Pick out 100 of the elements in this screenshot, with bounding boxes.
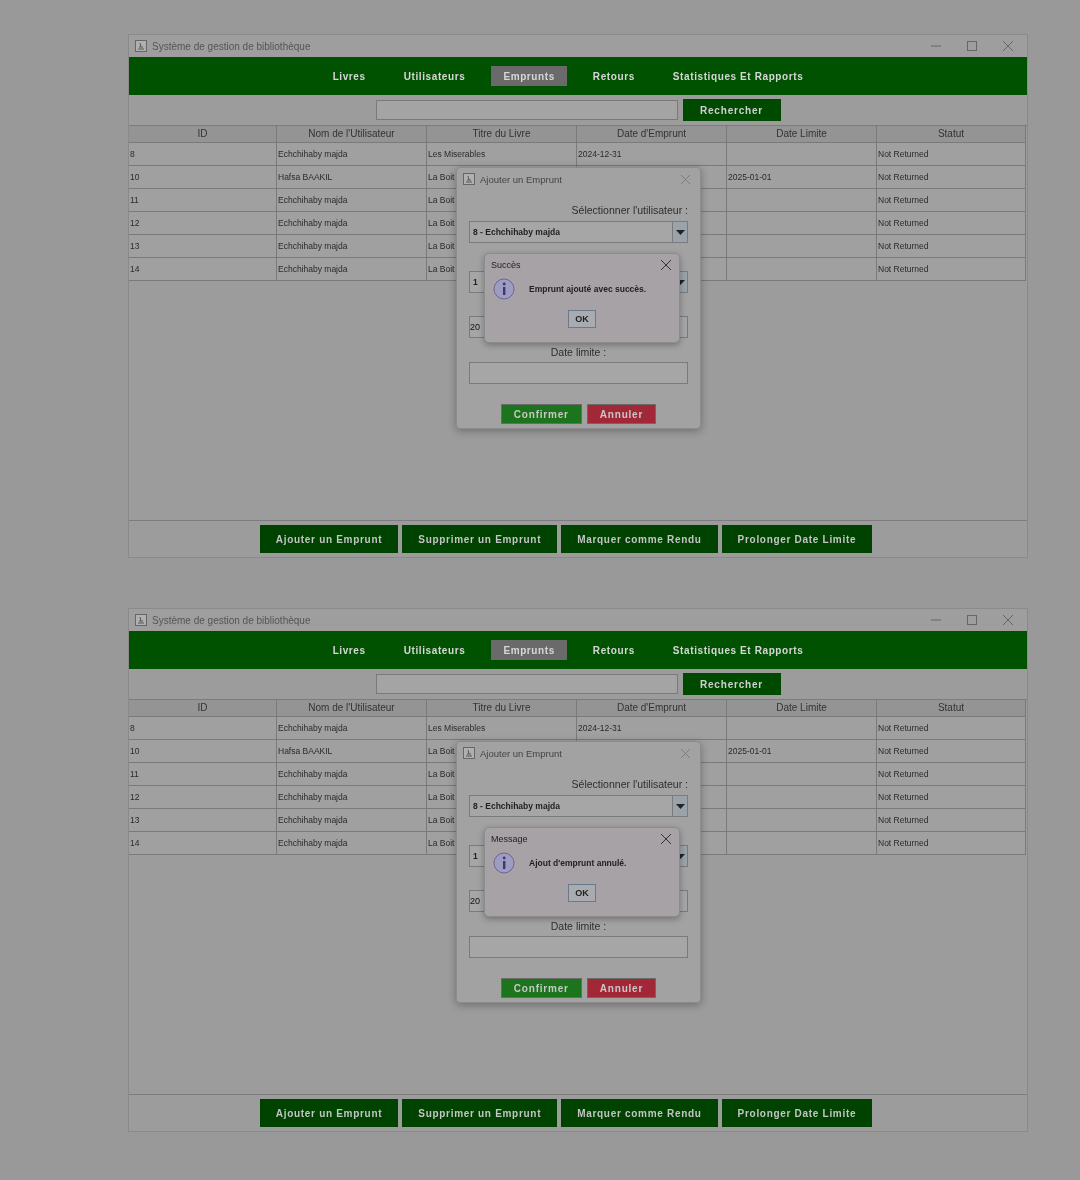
action-button[interactable]: Ajouter un Emprunt — [259, 1099, 399, 1127]
dialog-title: Message — [491, 834, 528, 844]
table-cell: Echchihaby majda — [277, 143, 427, 166]
table-cell: Not Returned — [877, 258, 1026, 281]
table-cell: 13 — [129, 235, 277, 258]
nav-tab[interactable]: Retours — [580, 66, 647, 86]
table-cell: Not Returned — [877, 786, 1026, 809]
nav-tab[interactable]: Emprunts — [491, 66, 567, 86]
nav-tab[interactable]: Statistiques Et Rapports — [660, 640, 816, 660]
nav-tab[interactable]: Utilisateurs — [391, 640, 478, 660]
table-cell: Not Returned — [877, 166, 1026, 189]
window-title: Système de gestion de bibliothèque — [152, 614, 312, 626]
dialog-title: Ajouter un Emprunt — [480, 747, 563, 759]
window-title: Système de gestion de bibliothèque — [152, 40, 312, 52]
action-button[interactable]: Supprimer un Emprunt — [402, 525, 558, 553]
action-button[interactable]: Marquer comme Rendu — [561, 525, 718, 553]
table-cell: Not Returned — [877, 717, 1026, 740]
info-icon — [493, 278, 515, 300]
table-cell: Not Returned — [877, 143, 1026, 166]
column-header: Statut — [877, 126, 1026, 143]
table-cell: 14 — [129, 832, 277, 855]
search-button[interactable]: Rechercher — [682, 673, 781, 695]
table-cell: Hafsa BAAKIL — [277, 740, 427, 763]
table-cell: 14 — [129, 258, 277, 281]
action-button[interactable]: Supprimer un Emprunt — [402, 1099, 558, 1127]
close-icon[interactable] — [661, 260, 671, 270]
table-cell: Echchihaby majda — [277, 717, 427, 740]
nav-tab[interactable]: Emprunts — [491, 640, 567, 660]
action-button[interactable]: Prolonger Date Limite — [721, 1099, 873, 1127]
search-field[interactable] — [375, 100, 678, 120]
column-header: Titre du Livre — [427, 126, 577, 143]
message-text: Emprunt ajouté avec succès. — [529, 284, 647, 294]
field-label: Date limite : — [549, 920, 608, 932]
dialog-button[interactable]: Annuler — [586, 978, 657, 998]
action-button[interactable]: Ajouter un Emprunt — [259, 525, 399, 553]
maximize-icon[interactable] — [967, 615, 977, 625]
column-header: Date Limite — [727, 126, 877, 143]
column-header: Date d'Emprunt — [577, 126, 727, 143]
table-cell: Not Returned — [877, 212, 1026, 235]
ok-button[interactable]: OK — [568, 884, 596, 902]
dialog-title: Succès — [491, 260, 521, 270]
nav-tab[interactable]: Livres — [320, 640, 378, 660]
user-dropdown[interactable]: 8 - Echchihaby majda — [469, 221, 688, 243]
table-cell: 11 — [129, 763, 277, 786]
app-icon — [135, 614, 147, 626]
nav-tab[interactable]: Utilisateurs — [391, 66, 478, 86]
table-cell: 12 — [129, 212, 277, 235]
field-label: Date limite : — [549, 346, 608, 358]
table-cell: 8 — [129, 143, 277, 166]
table-cell: Not Returned — [877, 763, 1026, 786]
deadline-field[interactable] — [469, 362, 688, 384]
table-cell: Hafsa BAAKIL — [277, 166, 427, 189]
table-cell: 2025-01-01 — [727, 740, 877, 763]
table-cell: Echchihaby majda — [277, 235, 427, 258]
table-cell: Not Returned — [877, 832, 1026, 855]
message-text: Ajout d'emprunt annulé. — [529, 858, 627, 868]
maximize-icon[interactable] — [967, 41, 977, 51]
dialog-title: Ajouter un Emprunt — [480, 173, 563, 185]
table-cell: Not Returned — [877, 235, 1026, 258]
table-cell: 2024-12-31 — [577, 717, 727, 740]
ok-button[interactable]: OK — [568, 310, 596, 328]
nav-tab[interactable]: Livres — [320, 66, 378, 86]
user-dropdown[interactable]: 8 - Echchihaby majda — [469, 795, 688, 817]
table-cell: Les Miserables — [427, 143, 577, 166]
app-icon — [463, 173, 475, 185]
column-header: Nom de l'Utilisateur — [277, 126, 427, 143]
deadline-field[interactable] — [469, 936, 688, 958]
table-cell: Echchihaby majda — [277, 212, 427, 235]
app-icon — [463, 747, 475, 759]
dialog-button[interactable]: Confirmer — [500, 978, 582, 998]
close-icon[interactable] — [1003, 615, 1013, 625]
table-cell: 10 — [129, 740, 277, 763]
table-cell: Not Returned — [877, 740, 1026, 763]
nav-tab[interactable]: Statistiques Et Rapports — [660, 66, 816, 86]
table-cell: 2025-01-01 — [727, 166, 877, 189]
search-button[interactable]: Rechercher — [682, 99, 781, 121]
close-icon[interactable] — [1003, 41, 1013, 51]
table-cell: 10 — [129, 166, 277, 189]
info-icon — [493, 852, 515, 874]
column-header: Nom de l'Utilisateur — [277, 700, 427, 717]
table-cell: Not Returned — [877, 189, 1026, 212]
table-cell: 12 — [129, 786, 277, 809]
close-icon[interactable] — [661, 834, 671, 844]
table-cell: 2024-12-31 — [577, 143, 727, 166]
action-button[interactable]: Marquer comme Rendu — [561, 1099, 718, 1127]
dialog-button[interactable]: Confirmer — [500, 404, 582, 424]
column-header: ID — [129, 700, 277, 717]
app-icon — [135, 40, 147, 52]
column-header: Date Limite — [727, 700, 877, 717]
table-cell: Echchihaby majda — [277, 189, 427, 212]
column-header: Titre du Livre — [427, 700, 577, 717]
table-cell: 8 — [129, 717, 277, 740]
dialog-button[interactable]: Annuler — [586, 404, 657, 424]
column-header: Statut — [877, 700, 1026, 717]
table-cell: Echchihaby majda — [277, 763, 427, 786]
search-field[interactable] — [375, 674, 678, 694]
table-cell: Les Miserables — [427, 717, 577, 740]
action-button[interactable]: Prolonger Date Limite — [721, 525, 873, 553]
table-cell: 11 — [129, 189, 277, 212]
nav-tab[interactable]: Retours — [580, 640, 647, 660]
